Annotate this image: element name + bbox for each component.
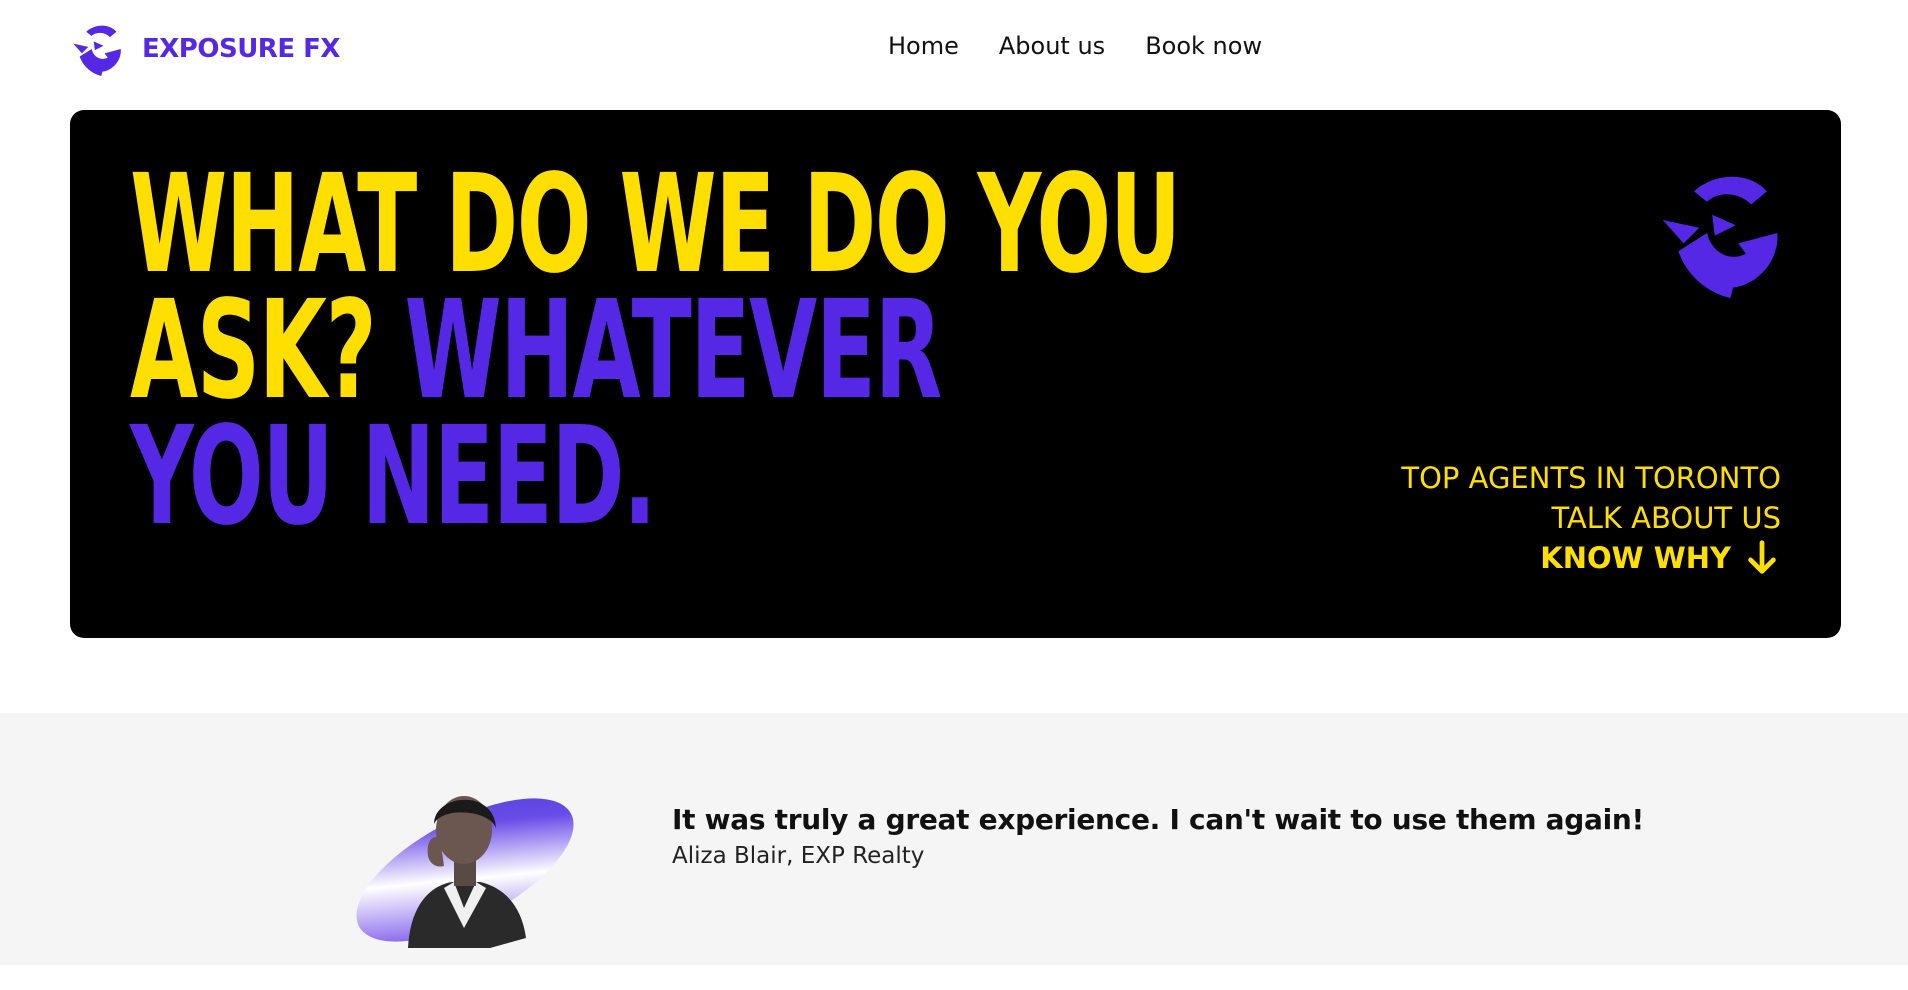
arrow-down-icon <box>1748 540 1776 574</box>
headline-line-1: WHAT DO WE DO YOU <box>130 146 1181 304</box>
nav-item-home[interactable]: Home <box>888 32 959 60</box>
brand-name: EXPOSURE FX <box>142 34 340 64</box>
exposure-fx-logo-icon <box>73 25 121 76</box>
tagline-line-2: TALK ABOUT US <box>1551 501 1781 535</box>
know-why-label: KNOW WHY <box>1540 541 1731 575</box>
hero-banner: WHAT DO WE DO YOU ASK? WHATEVER YOU NEED… <box>70 110 1841 638</box>
site-header: EXPOSURE FX Home About us Book now <box>0 0 1908 100</box>
hero-headline: WHAT DO WE DO YOU ASK? WHATEVER YOU NEED… <box>130 146 1181 556</box>
exposure-fx-logo-icon <box>1662 176 1778 298</box>
hero-tagline: TOP AGENTS IN TORONTO TALK ABOUT US KNOW… <box>1401 458 1781 578</box>
testimonial-author: Aliza Blair, EXP Realty <box>672 843 925 869</box>
headline-line-2: ASK? WHATEVER <box>130 283 942 419</box>
main-nav: Home About us Book now <box>888 32 1262 60</box>
headline-line-3: YOU NEED. <box>130 398 657 556</box>
testimonial-quote: It was truly a great experience. I can't… <box>672 803 1645 836</box>
nav-item-about-us[interactable]: About us <box>999 32 1105 60</box>
testimonial-section: It was truly a great experience. I can't… <box>0 713 1908 965</box>
brand-link[interactable]: EXPOSURE FX <box>70 22 340 76</box>
nav-item-book-now[interactable]: Book now <box>1145 32 1262 60</box>
know-why-link[interactable]: KNOW WHY <box>1540 538 1781 578</box>
testimonial-avatar <box>356 796 574 948</box>
tagline-line-1: TOP AGENTS IN TORONTO <box>1401 461 1781 495</box>
